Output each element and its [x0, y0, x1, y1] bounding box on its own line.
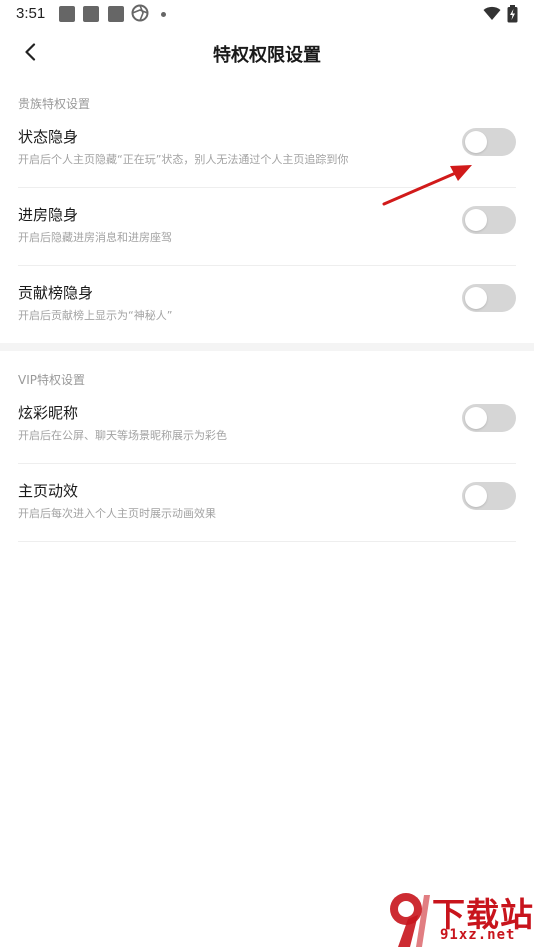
- status-bar: 3:51: [0, 0, 534, 28]
- notification-icon: [59, 6, 75, 22]
- setting-row-colorful-nickname: 炫彩昵称 开启后在公屏、聊天等场景昵称展示为彩色: [18, 386, 516, 464]
- aperture-icon: [131, 4, 149, 22]
- setting-title: 进房隐身: [18, 206, 79, 224]
- toggle-knob: [465, 407, 487, 429]
- toggle-knob: [465, 485, 487, 507]
- setting-row-homepage-effect: 主页动效 开启后每次进入个人主页时展示动画效果: [18, 464, 516, 542]
- setting-description: 开启后在公屏、聊天等场景昵称展示为彩色: [18, 429, 227, 442]
- setting-title: 炫彩昵称: [18, 404, 79, 422]
- toggle-knob: [465, 131, 487, 153]
- annotation-arrow-icon: [382, 165, 472, 206]
- watermark-url: 91xz.net: [440, 927, 516, 943]
- page-title: 特权权限设置: [213, 45, 321, 66]
- setting-description: 开启后个人主页隐藏“正在玩”状态，别人无法通过个人主页追踪到你: [18, 153, 349, 166]
- more-notifications-icon: [161, 12, 166, 17]
- setting-title: 主页动效: [18, 482, 79, 500]
- notification-icon: [108, 6, 124, 22]
- toggle-knob: [465, 287, 487, 309]
- battery-icon: [507, 5, 518, 23]
- colorful-nickname-toggle[interactable]: [462, 404, 516, 432]
- setting-description: 开启后贡献榜上显示为“神秘人”: [18, 309, 173, 322]
- setting-title: 状态隐身: [18, 128, 79, 146]
- wifi-icon: [483, 6, 501, 20]
- toggle-knob: [465, 209, 487, 231]
- contribution-invisible-toggle[interactable]: [462, 284, 516, 312]
- status-time: 3:51: [16, 5, 46, 22]
- setting-description: 开启后隐藏进房消息和进房座驾: [18, 231, 172, 244]
- row-divider: [18, 541, 516, 542]
- section-divider: [0, 343, 534, 351]
- setting-row-contribution-invisible: 贡献榜隐身 开启后贡献榜上显示为“神秘人”: [18, 266, 516, 344]
- setting-description: 开启后每次进入个人主页时展示动画效果: [18, 507, 216, 520]
- homepage-effect-toggle[interactable]: [462, 482, 516, 510]
- enter-room-invisible-toggle[interactable]: [462, 206, 516, 234]
- nav-bar: 特权权限设置: [0, 28, 534, 76]
- status-invisible-toggle[interactable]: [462, 128, 516, 156]
- notification-icon: [83, 6, 99, 22]
- setting-title: 贡献榜隐身: [18, 284, 94, 302]
